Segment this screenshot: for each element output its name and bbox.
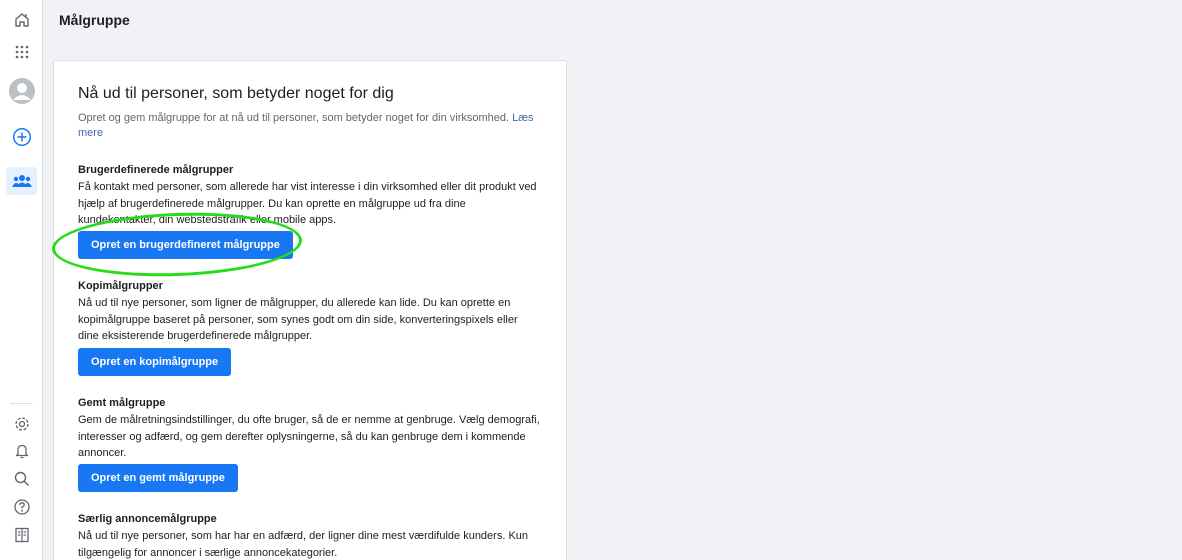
- create-saved-audience-button[interactable]: Opret en gemt målgruppe: [78, 464, 238, 492]
- avatar[interactable]: [6, 77, 37, 105]
- sidebar-divider: [10, 403, 33, 404]
- audience-card: Nå ud til personer, som betyder noget fo…: [53, 60, 567, 560]
- left-sidebar: [0, 0, 43, 560]
- card-heading: Nå ud til personer, som betyder noget fo…: [78, 85, 394, 102]
- section-title: Særlig annoncemålgruppe: [78, 513, 217, 525]
- section-saved-audience: Gemt målgruppe Gem de målretningsindstil…: [78, 396, 540, 462]
- section-body: Nå ud til nye personer, som har har en a…: [78, 530, 529, 559]
- card-description: Opret og gem målgruppe for at nå ud til …: [78, 111, 538, 141]
- section-title: Kopimålgrupper: [78, 280, 163, 292]
- section-body: Gem de målretningsindstillinger, du ofte…: [78, 414, 540, 459]
- notifications-bell-icon[interactable]: [6, 437, 37, 465]
- report-icon[interactable]: [6, 521, 37, 549]
- add-circle-icon[interactable]: [6, 123, 37, 151]
- section-title: Gemt målgruppe: [78, 397, 166, 409]
- home-icon[interactable]: [6, 6, 37, 34]
- audiences-icon[interactable]: [6, 167, 37, 195]
- section-title: Brugerdefinerede målgrupper: [78, 164, 234, 176]
- help-icon[interactable]: [6, 493, 37, 521]
- settings-gear-icon[interactable]: [6, 410, 37, 438]
- section-body: Få kontakt med personer, som allerede ha…: [78, 181, 537, 226]
- section-special-ad-audience: Særlig annoncemålgruppe Nå ud til nye pe…: [78, 512, 540, 560]
- section-body: Nå ud til nye personer, som ligner de må…: [78, 297, 518, 342]
- page-title: Målgruppe: [59, 12, 130, 28]
- section-custom-audiences: Brugerdefinerede målgrupper Få kontakt m…: [78, 163, 540, 229]
- description-text: Opret og gem målgruppe for at nå ud til …: [78, 112, 510, 124]
- section-lookalike-audiences: Kopimålgrupper Nå ud til nye personer, s…: [78, 279, 540, 345]
- create-lookalike-audience-button[interactable]: Opret en kopimålgruppe: [78, 348, 232, 376]
- apps-grid-icon[interactable]: [6, 38, 37, 66]
- search-icon[interactable]: [6, 465, 37, 493]
- create-custom-audience-button[interactable]: Opret en brugerdefineret målgruppe: [78, 231, 293, 259]
- page-header: Målgruppe: [44, 0, 1182, 44]
